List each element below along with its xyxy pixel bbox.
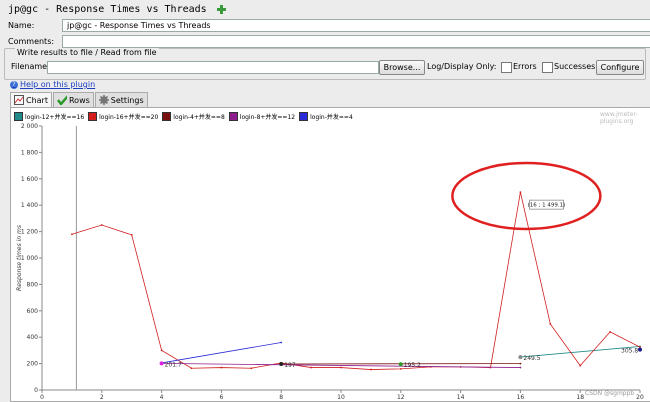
x-tick-label: 4	[160, 394, 164, 400]
y-tick-label: 1 200	[21, 229, 38, 236]
y-tick-label: 200	[27, 361, 39, 368]
x-tick-label: 10	[337, 394, 345, 400]
point-label: 305.8	[621, 348, 638, 355]
data-point[interactable]	[310, 367, 312, 369]
data-point[interactable]	[579, 365, 581, 367]
chart-plot: 02004006008001 0001 2001 4001 6001 8002 …	[0, 0, 650, 400]
y-tick-label: 0	[34, 387, 38, 394]
highlight-marker[interactable]	[518, 355, 522, 359]
x-tick-label: 18	[576, 394, 584, 400]
series-line-1	[72, 192, 640, 369]
tooltip-text: (16 ; 1 499.1)	[528, 203, 566, 209]
data-point[interactable]	[520, 363, 522, 365]
highlight-marker[interactable]	[160, 361, 164, 365]
highlight-marker[interactable]	[638, 348, 642, 352]
data-point[interactable]	[71, 233, 73, 235]
y-axis-label: Response times in ms	[16, 225, 23, 291]
y-tick-label: 2 000	[21, 123, 38, 130]
data-point[interactable]	[161, 350, 163, 352]
y-tick-label: 1 600	[21, 176, 38, 183]
x-tick-label: 2	[100, 394, 104, 400]
x-tick-label: 8	[279, 394, 283, 400]
x-tick-label: 16	[517, 394, 525, 400]
data-point[interactable]	[400, 368, 402, 370]
data-point[interactable]	[101, 224, 103, 226]
data-point[interactable]	[191, 367, 193, 369]
data-point[interactable]	[520, 191, 522, 193]
y-tick-label: 1 800	[21, 149, 38, 156]
highlight-marker[interactable]	[279, 362, 283, 366]
y-tick-label: 400	[27, 334, 39, 341]
x-tick-label: 12	[397, 394, 405, 400]
data-point[interactable]	[609, 331, 611, 333]
point-label: 195.2	[404, 362, 421, 369]
x-tick-label: 0	[40, 394, 44, 400]
data-point[interactable]	[520, 367, 522, 369]
y-tick-label: 1 400	[21, 202, 38, 209]
data-point[interactable]	[221, 367, 223, 369]
x-tick-label: 14	[457, 394, 465, 400]
data-point[interactable]	[370, 369, 372, 371]
data-point[interactable]	[340, 367, 342, 369]
y-tick-label: 600	[27, 308, 39, 315]
data-point[interactable]	[549, 323, 551, 325]
data-point[interactable]	[280, 342, 282, 344]
y-tick-label: 1 000	[21, 255, 38, 262]
y-tick-label: 800	[27, 281, 39, 288]
series-line-4	[162, 342, 282, 362]
highlight-marker[interactable]	[399, 362, 403, 366]
data-point[interactable]	[250, 367, 252, 369]
x-tick-label: 20	[636, 394, 644, 400]
x-tick-label: 6	[219, 394, 223, 400]
point-label: 249.5	[523, 355, 540, 362]
point-label: 201.7	[165, 361, 182, 368]
point-label: 197	[284, 362, 296, 369]
data-point[interactable]	[131, 234, 133, 236]
